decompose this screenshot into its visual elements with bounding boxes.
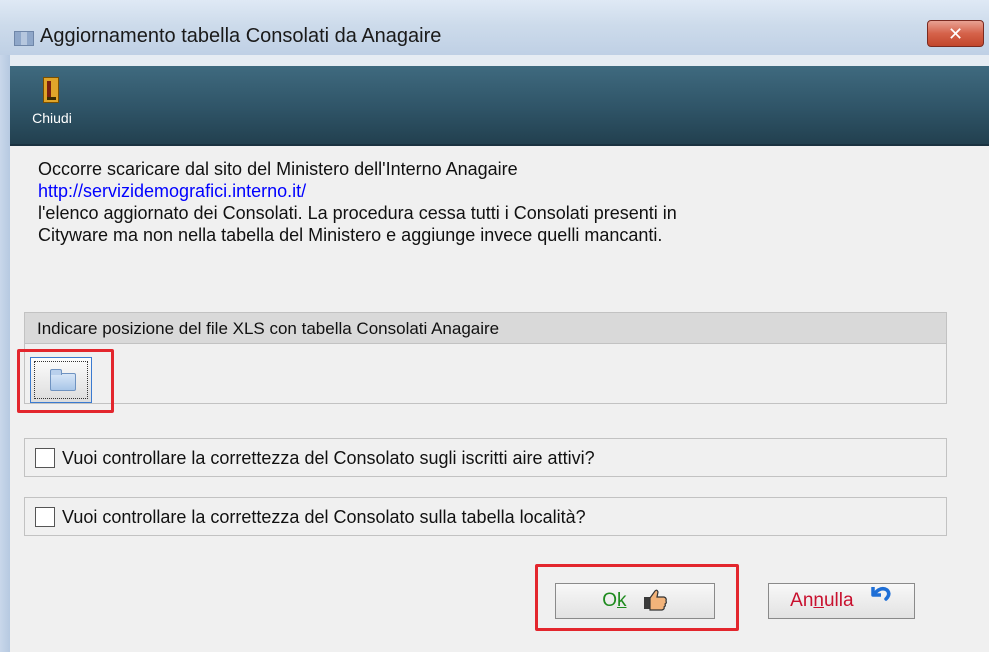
- window-title: Aggiornamento tabella Consolati da Anaga…: [40, 25, 442, 47]
- option-label-iscritti: Vuoi controllare la correttezza del Cons…: [62, 448, 595, 468]
- file-path-field[interactable]: [24, 344, 947, 404]
- description-text: Occorre scaricare dal sito del Ministero…: [38, 158, 938, 246]
- option-row-iscritti: Vuoi controllare la correttezza del Cons…: [24, 438, 947, 477]
- window-frame-edge: [0, 55, 10, 652]
- undo-arrow-icon: [869, 582, 893, 616]
- ministry-link[interactable]: http://servizidemografici.interno.it/: [38, 180, 938, 202]
- checkbox-tabella-localita[interactable]: [35, 507, 55, 527]
- toolbar-top-strip: [10, 55, 989, 66]
- annulla-label-prefix: An: [790, 590, 814, 612]
- annulla-label-suffix: ulla: [823, 590, 854, 612]
- annulla-label-accesskey: n: [813, 590, 824, 612]
- window-titlebar: Aggiornamento tabella Consolati da Anaga…: [0, 0, 989, 56]
- door-icon: [43, 77, 59, 103]
- option-label-localita: Vuoi controllare la correttezza del Cons…: [62, 507, 586, 527]
- description-line-1: Occorre scaricare dal sito del Ministero…: [38, 159, 518, 179]
- option-row-localita: Vuoi controllare la correttezza del Cons…: [24, 497, 947, 536]
- highlight-browse-button: [17, 349, 114, 413]
- toolbar: [10, 66, 989, 146]
- file-section-header: Indicare posizione del file XLS con tabe…: [24, 312, 947, 344]
- description-line-3: l'elenco aggiornato dei Consolati. La pr…: [38, 203, 677, 223]
- chiudi-label: Chiudi: [32, 110, 72, 126]
- chiudi-button[interactable]: Chiudi: [30, 76, 74, 136]
- app-icon: [14, 31, 34, 46]
- checkbox-iscritti-aire[interactable]: [35, 448, 55, 468]
- description-line-4: Cityware ma non nella tabella del Minist…: [38, 225, 663, 245]
- highlight-ok-button: [535, 564, 739, 631]
- annulla-button[interactable]: Annulla: [768, 583, 915, 619]
- window-close-button[interactable]: ✕: [927, 20, 984, 47]
- file-section-label: Indicare posizione del file XLS con tabe…: [37, 319, 500, 338]
